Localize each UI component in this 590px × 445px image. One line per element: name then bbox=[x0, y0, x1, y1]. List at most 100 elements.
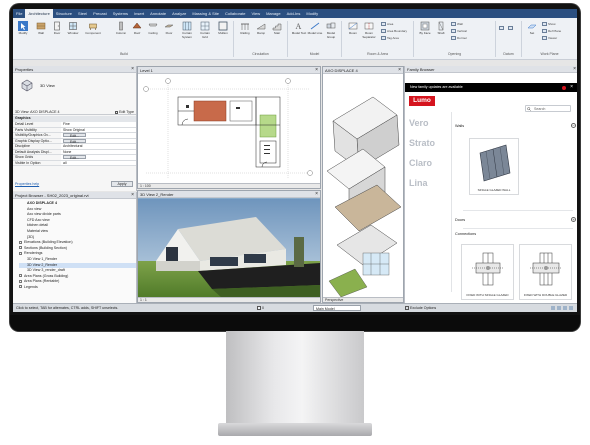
axo-view[interactable]: AXO DISPLACE 4 × Perspective bbox=[322, 66, 404, 303]
ceiling-button[interactable]: Ceiling bbox=[145, 21, 161, 36]
close-icon[interactable]: × bbox=[315, 67, 318, 74]
collapse-walls-icon[interactable]: − bbox=[571, 123, 576, 128]
dormer-button[interactable]: Dormer bbox=[451, 36, 467, 40]
tag-area-button[interactable]: Tag Area bbox=[381, 36, 399, 40]
design-option-select[interactable]: Main Model bbox=[313, 305, 361, 311]
column-button[interactable]: Column bbox=[113, 21, 129, 36]
filter-icon[interactable] bbox=[569, 305, 573, 310]
model-group-button[interactable]: Model Group bbox=[323, 21, 339, 39]
tab-modify[interactable]: Modify bbox=[303, 9, 321, 18]
shaft-button[interactable]: Shaft bbox=[433, 21, 449, 36]
search-input[interactable]: Search bbox=[525, 105, 571, 112]
instance-selector[interactable]: 3D View: AXO DISPLACE 4 Edit Type bbox=[13, 109, 136, 115]
datum-grid-button[interactable] bbox=[499, 26, 504, 30]
properties-help-link[interactable]: Properties help bbox=[15, 182, 39, 186]
expand-doors-icon[interactable]: + bbox=[571, 217, 576, 222]
close-icon[interactable]: × bbox=[315, 191, 318, 198]
tab-precast[interactable]: Precast bbox=[90, 9, 110, 18]
wall-button[interactable]: Wall bbox=[33, 21, 49, 36]
mullion-button[interactable]: Mullion bbox=[215, 21, 231, 36]
tab-insert[interactable]: Insert bbox=[131, 9, 147, 18]
wall-opening-button[interactable]: Wall bbox=[451, 22, 463, 26]
railing-button[interactable]: Railing bbox=[237, 21, 253, 36]
area-button[interactable]: Area bbox=[381, 22, 393, 26]
worksharing-indicator[interactable]: 0 bbox=[257, 304, 264, 312]
curtain-grid-icon bbox=[200, 21, 210, 31]
tab-add-ins[interactable]: Add-Ins bbox=[284, 9, 304, 18]
nav-lina[interactable]: Lina bbox=[409, 178, 454, 188]
datum-level-button[interactable] bbox=[508, 26, 513, 30]
view-tab-level-1[interactable]: Level 1 × bbox=[138, 67, 320, 74]
room-button[interactable]: Room bbox=[345, 21, 361, 36]
tab-analyze[interactable]: Analyze bbox=[169, 9, 189, 18]
expand-icon[interactable] bbox=[19, 285, 22, 289]
show-work-plane-button[interactable]: Show bbox=[542, 22, 556, 26]
tab-annotate[interactable]: Annotate bbox=[147, 9, 169, 18]
door-button[interactable]: Door bbox=[49, 21, 65, 36]
close-icon[interactable]: × bbox=[398, 67, 401, 74]
type-selector[interactable]: 3D View bbox=[16, 76, 136, 98]
component-button[interactable]: Component bbox=[85, 21, 101, 36]
area-boundary-button[interactable]: Area Boundary bbox=[381, 29, 407, 33]
room-separator-button[interactable]: Room Separator bbox=[361, 21, 377, 39]
prop-row-visible-in-option[interactable]: Visible In Option all bbox=[13, 160, 136, 166]
window-button[interactable]: Window bbox=[65, 21, 81, 36]
family-card-single-glazed-wall[interactable]: SINGLE GLAZED WALL bbox=[469, 138, 519, 195]
expand-icon[interactable] bbox=[19, 279, 22, 283]
edit-button[interactable]: Edit... bbox=[63, 155, 86, 160]
edit-button[interactable]: Edit... bbox=[63, 138, 86, 143]
set-work-plane-button[interactable]: Set bbox=[524, 21, 540, 36]
tab-collaborate[interactable]: Collaborate bbox=[222, 9, 248, 18]
ramp-button[interactable]: Ramp bbox=[253, 21, 269, 36]
view-tab-axo-displace[interactable]: AXO DISPLACE 4 × bbox=[323, 67, 403, 74]
tab-manage[interactable]: Manage bbox=[263, 9, 283, 18]
stair-button[interactable]: Stair bbox=[269, 21, 285, 36]
family-card-fixed-double-glazed[interactable]: FIXED WITH DOUBLE GLAZED bbox=[519, 244, 572, 300]
ref-plane-button[interactable]: Ref Plane bbox=[542, 29, 561, 33]
tab-file[interactable]: File bbox=[13, 9, 25, 18]
close-icon[interactable]: × bbox=[573, 66, 576, 73]
nav-strato[interactable]: Strato bbox=[409, 138, 454, 148]
floor-plan-view[interactable]: Level 1 × 1: 100 bbox=[137, 66, 321, 189]
edit-type-button[interactable]: Edit Type bbox=[115, 109, 134, 115]
select-links-icon[interactable] bbox=[551, 305, 555, 310]
close-icon[interactable]: × bbox=[570, 83, 573, 92]
curtain-grid-button[interactable]: Curtain Grid bbox=[197, 21, 213, 39]
model-text-button[interactable]: A Model Text bbox=[291, 21, 307, 36]
select-pinned-icon[interactable] bbox=[563, 305, 567, 310]
expand-icon[interactable] bbox=[19, 240, 22, 244]
viewer-button[interactable]: Viewer bbox=[542, 36, 557, 40]
view-tab-3d-render[interactable]: 3D View 2_Render × bbox=[138, 191, 320, 198]
tab-massing-site[interactable]: Massing & Site bbox=[189, 9, 222, 18]
floor-button[interactable]: Floor bbox=[161, 21, 177, 36]
modify-button[interactable]: Modify bbox=[15, 21, 31, 36]
graphics-section-header[interactable]: Graphics bbox=[13, 116, 136, 122]
wall-opening-icon bbox=[451, 22, 456, 26]
apply-button[interactable]: Apply bbox=[111, 181, 133, 187]
tab-architecture[interactable]: Architecture bbox=[25, 9, 53, 18]
close-icon[interactable]: × bbox=[131, 66, 134, 73]
tab-structure[interactable]: Structure bbox=[53, 9, 75, 18]
render-view[interactable]: 3D View 2_Render × 1: 1 bbox=[137, 190, 321, 303]
collapse-icon[interactable] bbox=[19, 251, 22, 255]
exclude-options-toggle[interactable]: Exclude Options bbox=[405, 304, 436, 312]
by-face-button[interactable]: By Face bbox=[417, 21, 433, 36]
tree-item-group[interactable]: Legends bbox=[19, 285, 136, 291]
select-underlay-icon[interactable] bbox=[557, 305, 561, 310]
family-card-fixed-single-glazed[interactable]: FIXED WITH SINGLE GLAZED bbox=[461, 244, 514, 300]
vertical-opening-button[interactable]: Vertical bbox=[451, 29, 467, 33]
close-icon[interactable]: × bbox=[131, 192, 134, 199]
lumo-brand-logo[interactable]: Lumo bbox=[409, 96, 435, 106]
tab-systems[interactable]: Systems bbox=[110, 9, 131, 18]
nav-claro[interactable]: Claro bbox=[409, 158, 454, 168]
door-icon bbox=[54, 21, 60, 31]
expand-icon[interactable] bbox=[19, 274, 22, 278]
edit-button[interactable]: Edit... bbox=[63, 133, 86, 138]
nav-vero[interactable]: Vero bbox=[409, 118, 454, 128]
expand-icon[interactable] bbox=[19, 246, 22, 250]
roof-button[interactable]: Roof bbox=[129, 21, 145, 36]
tab-steel[interactable]: Steel bbox=[75, 9, 90, 18]
model-line-button[interactable]: Model Line bbox=[307, 21, 323, 36]
tab-view[interactable]: View bbox=[248, 9, 263, 18]
curtain-system-button[interactable]: Curtain System bbox=[179, 21, 195, 39]
